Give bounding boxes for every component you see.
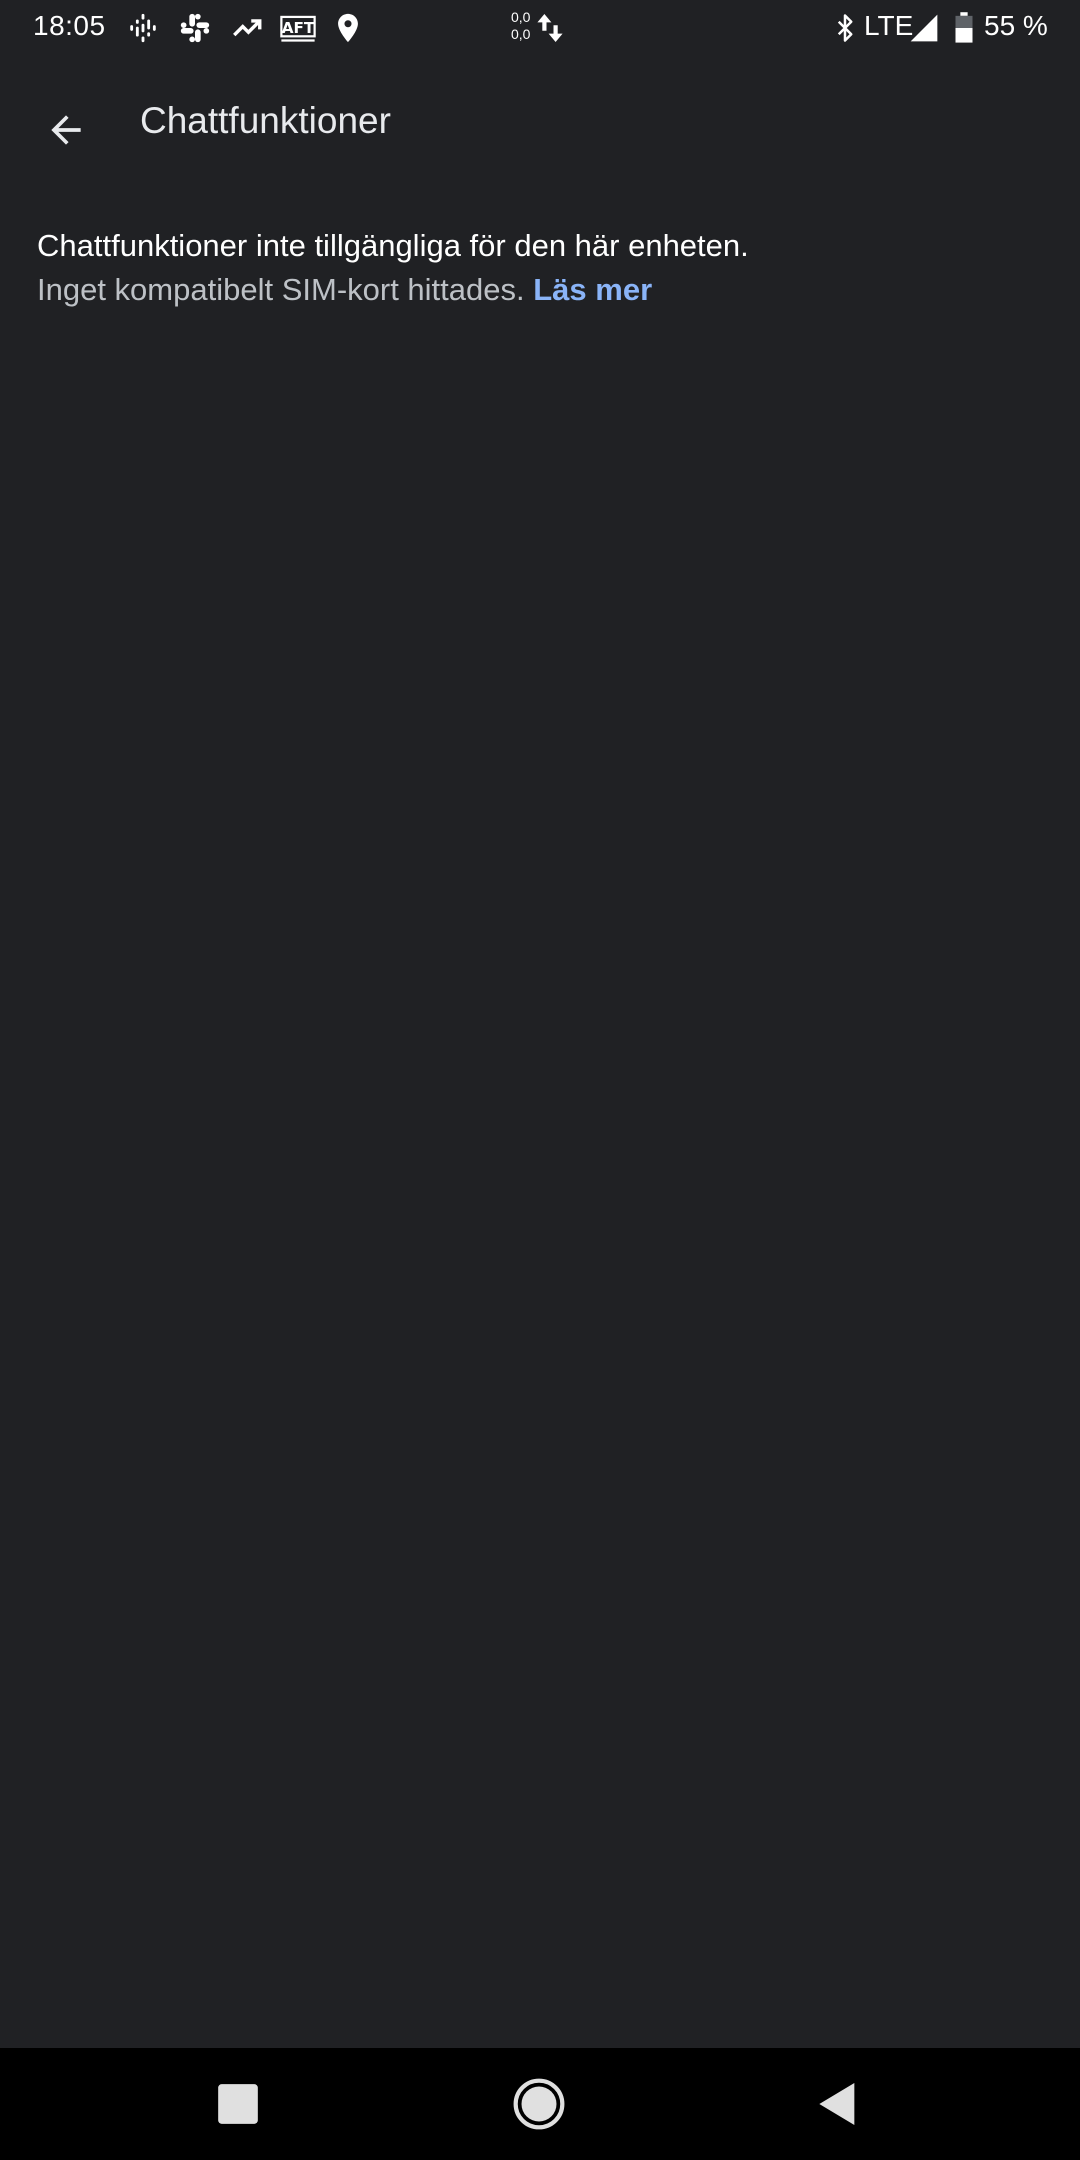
- network-download-speed: 0,0: [511, 26, 531, 42]
- aft-icon: AFT: [280, 11, 316, 45]
- chat-features-status: Chattfunktioner inte tillgängliga för de…: [37, 224, 1037, 312]
- location-icon: [331, 11, 365, 45]
- learn-more-link[interactable]: Läs mer: [533, 272, 652, 307]
- recents-button[interactable]: [210, 2076, 266, 2132]
- signal-icon: [908, 11, 940, 45]
- network-type: LTE: [864, 10, 914, 41]
- navigation-bar: [0, 2048, 1080, 2160]
- trending-up-icon: [230, 11, 264, 45]
- back-button[interactable]: [30, 94, 102, 166]
- slack-icon: [178, 11, 212, 45]
- battery-icon: [950, 11, 978, 45]
- unavailable-message: Chattfunktioner inte tillgängliga för de…: [37, 228, 749, 263]
- page-title: Chattfunktioner: [140, 100, 391, 141]
- sim-message-line: Inget kompatibelt SIM-kort hittades. Läs…: [37, 268, 1037, 312]
- arrow-back-icon: [51, 115, 81, 145]
- home-button[interactable]: [511, 2076, 567, 2132]
- battery-percentage: 55 %: [984, 10, 1048, 41]
- podcasts-icon: [126, 11, 160, 45]
- network-upload-speed: 0,0: [511, 9, 531, 25]
- status-time: 18:05: [33, 10, 106, 41]
- bluetooth-icon: [830, 11, 860, 45]
- network-speed: 0,0 0,0: [511, 9, 530, 43]
- status-bar: 18:05 AFT 0,0 0,0 LTE 55 %: [0, 0, 1080, 56]
- back-icon: [819, 2083, 855, 2125]
- svg-text:AFT: AFT: [282, 19, 315, 37]
- home-icon: [513, 2078, 565, 2130]
- data-transfer-icon: [536, 11, 564, 45]
- recents-icon: [218, 2084, 258, 2124]
- screen: 18:05 AFT 0,0 0,0 LTE 55 % Chattfunktion…: [0, 0, 1080, 2160]
- app-bar: Chattfunktioner: [0, 56, 1080, 188]
- nav-back-button[interactable]: [810, 2076, 866, 2132]
- sim-not-found-message: Inget kompatibelt SIM-kort hittades.: [37, 272, 525, 307]
